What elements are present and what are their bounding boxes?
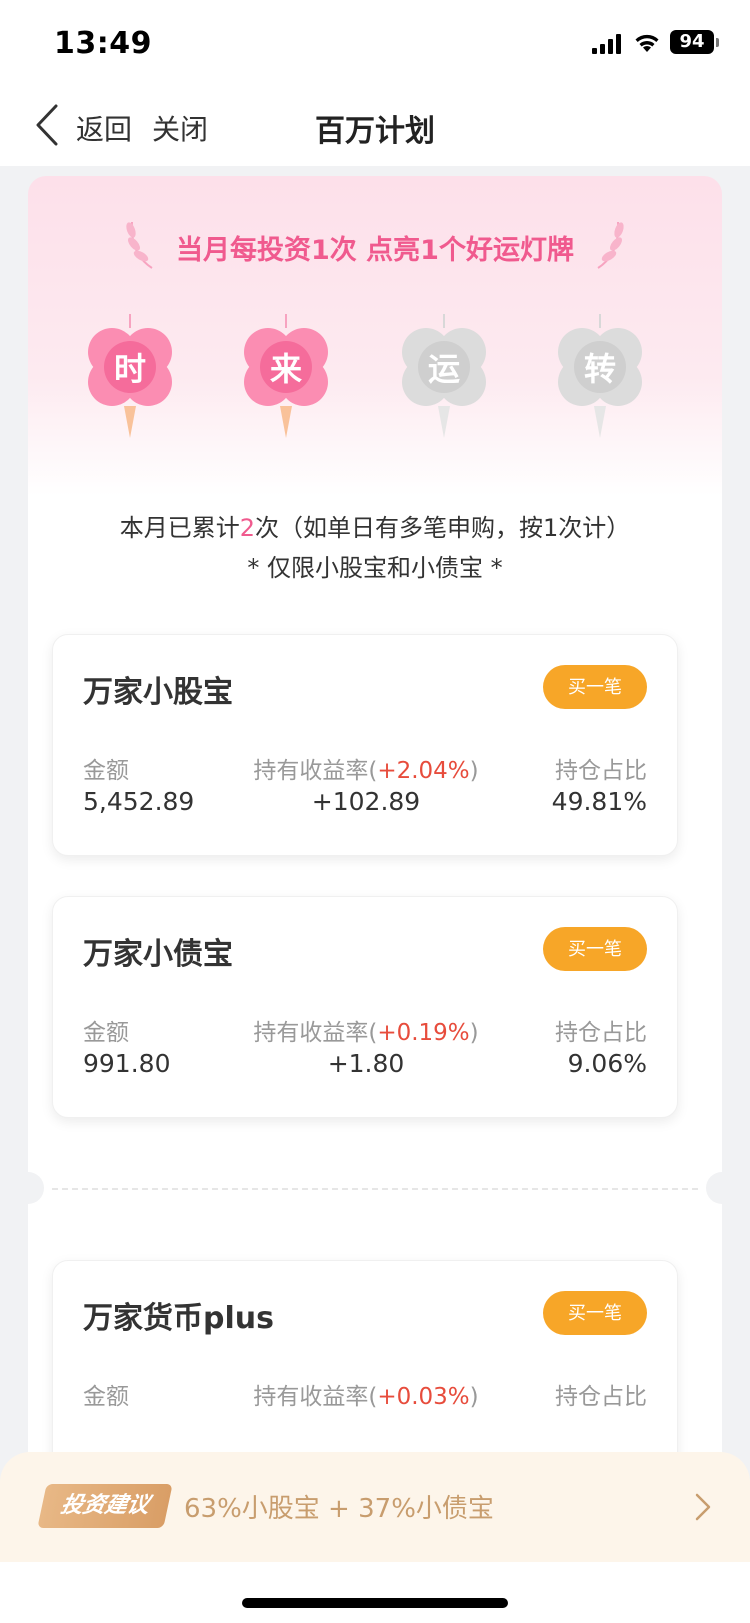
advice-tag: 投资建议 — [37, 1484, 173, 1528]
status-bar: 13:49 94 — [0, 0, 750, 88]
home-indicator — [242, 1598, 508, 1608]
wifi-icon — [635, 34, 659, 52]
ticket-notch-left — [12, 1172, 44, 1204]
buy-button[interactable]: 买一笔 — [543, 927, 647, 971]
position-ratio-value: 9.06% — [567, 1049, 647, 1078]
chevron-right-icon[interactable] — [694, 1492, 712, 1522]
fund-card: 万家小债宝 买一笔 金额 持有收益率(+0.19%) 持仓占比 991.80 +… — [52, 896, 678, 1118]
invest-count: 2 — [239, 514, 255, 542]
nav-bar: 返回 关闭 百万计划 — [0, 88, 750, 166]
lantern-char-1: 时 — [113, 350, 146, 388]
battery-tip — [716, 38, 719, 47]
lantern-char-4: 转 — [583, 350, 616, 388]
lantern-char-3: 运 — [427, 350, 460, 388]
info-prefix: 本月已累计 — [119, 514, 240, 542]
position-ratio-label: 持仓占比 — [555, 1384, 647, 1410]
lantern-char-2: 来 — [269, 350, 302, 388]
buy-button[interactable]: 买一笔 — [543, 665, 647, 709]
return-rate: +0.03% — [377, 1384, 470, 1410]
position-ratio-label: 持仓占比 — [555, 758, 647, 784]
battery-icon: 94 — [670, 30, 714, 54]
investment-advice-bar[interactable]: 投资建议 63%小股宝 + 37%小债宝 — [0, 1452, 750, 1562]
lucky-lantern-4: 转 — [552, 314, 648, 444]
fund-name: 万家货币plus — [83, 1301, 274, 1336]
fund-name: 万家小债宝 — [83, 937, 233, 972]
fund-card: 万家货币plus 买一笔 金额 持有收益率(+0.03%) 持仓占比 — [52, 1260, 678, 1482]
cellular-signal-icon — [592, 34, 621, 54]
lucky-lantern-row: 时 来 运 转 — [28, 314, 722, 444]
fund-name: 万家小股宝 — [83, 675, 233, 710]
page-title: 百万计划 — [315, 114, 435, 149]
buy-button[interactable]: 买一笔 — [543, 1291, 647, 1335]
lucky-lantern-3: 运 — [396, 314, 492, 444]
info-suffix: 次（如单日有多笔申购，按1次计） — [255, 514, 631, 542]
fund-card: 万家小股宝 买一笔 金额 持有收益率(+2.04%) 持仓占比 5,452.89… — [52, 634, 678, 856]
lucky-lantern-1: 时 — [82, 314, 178, 444]
plan-panel: 当月每投资1次 点亮1个好运灯牌 时 来 运 转 本月已累计2次（如单日有多笔申… — [12, 176, 738, 1482]
home-indicator-area — [0, 1562, 750, 1623]
position-ratio-label: 持仓占比 — [555, 1020, 647, 1046]
eligibility-note: * 仅限小股宝和小债宝 * — [247, 554, 503, 582]
advice-text: 63%小股宝 + 37%小债宝 — [184, 1494, 494, 1524]
position-ratio-value: 49.81% — [551, 787, 647, 816]
status-time: 13:49 — [54, 26, 152, 61]
return-rate: +2.04% — [377, 758, 470, 784]
dashed-divider — [52, 1188, 698, 1190]
lucky-lantern-2: 来 — [238, 314, 334, 444]
laurel-right-icon — [597, 221, 624, 269]
ticket-notch-right — [706, 1172, 738, 1204]
return-rate: +0.19% — [377, 1020, 470, 1046]
monthly-count-text: 本月已累计2次（如单日有多笔申购，按1次计） — [28, 508, 722, 543]
